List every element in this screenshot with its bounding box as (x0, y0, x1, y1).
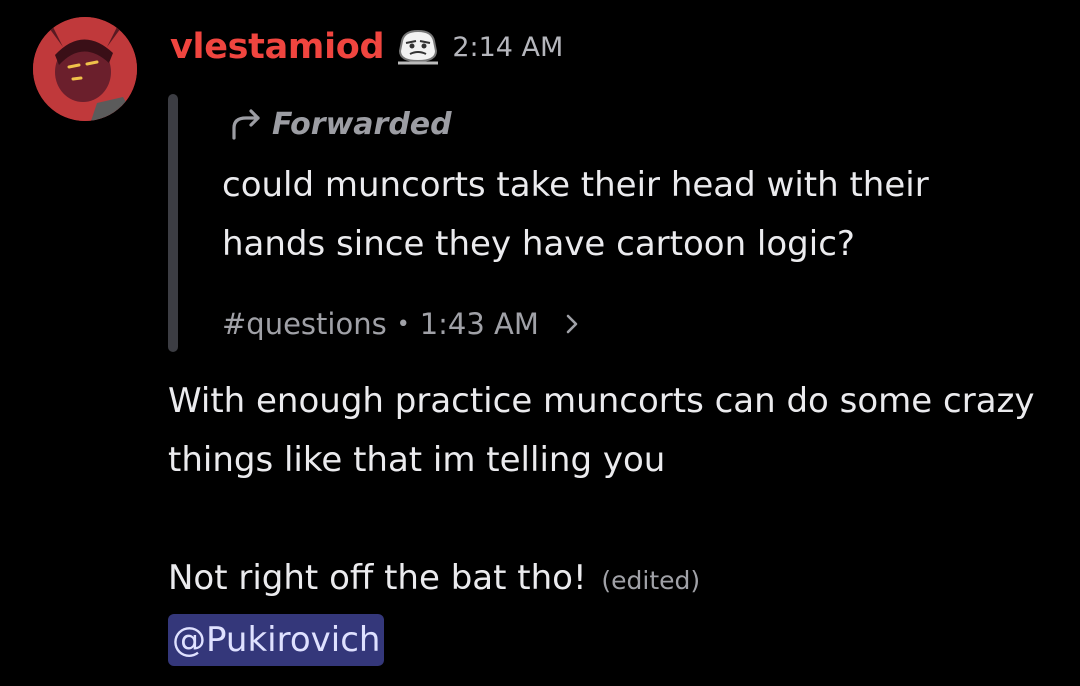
message-line: Not right off the bat tho! (168, 558, 587, 598)
username[interactable]: vlestamiod (170, 27, 385, 67)
forwarded-label: Forwarded (226, 102, 452, 146)
meta-separator: • (396, 311, 410, 337)
source-channel-link[interactable]: #questions (222, 307, 387, 341)
chat-message: vlestamiod 2:14 AM Forwarded could munco… (0, 0, 1080, 686)
message-timestamp[interactable]: 2:14 AM (452, 32, 563, 63)
forwarded-label-text: Forwarded (272, 106, 452, 142)
quote-bar (168, 94, 178, 352)
forwarded-message-text: could muncorts take their head with thei… (222, 165, 929, 264)
message-paragraph: With enough practice muncorts can do som… (168, 381, 1035, 480)
chevron-right-icon[interactable] (561, 313, 583, 335)
user-mention[interactable]: @Pukirovich (168, 614, 385, 666)
message-header: vlestamiod 2:14 AM (170, 22, 563, 72)
message-paragraph-2: Not right off the bat tho! (edited) (168, 549, 1048, 610)
forwarded-source[interactable]: #questions • 1:43 AM (222, 300, 583, 348)
guild-tag-badge-icon[interactable] (396, 27, 440, 67)
forward-arrow-icon (226, 104, 266, 144)
forwarded-message[interactable]: Forwarded could muncorts take their head… (168, 94, 1028, 352)
source-time: 1:43 AM (419, 307, 539, 341)
edited-label[interactable]: (edited) (601, 566, 700, 595)
user-avatar-icon[interactable] (33, 17, 137, 121)
message-content: With enough practice muncorts can do som… (168, 372, 1048, 670)
